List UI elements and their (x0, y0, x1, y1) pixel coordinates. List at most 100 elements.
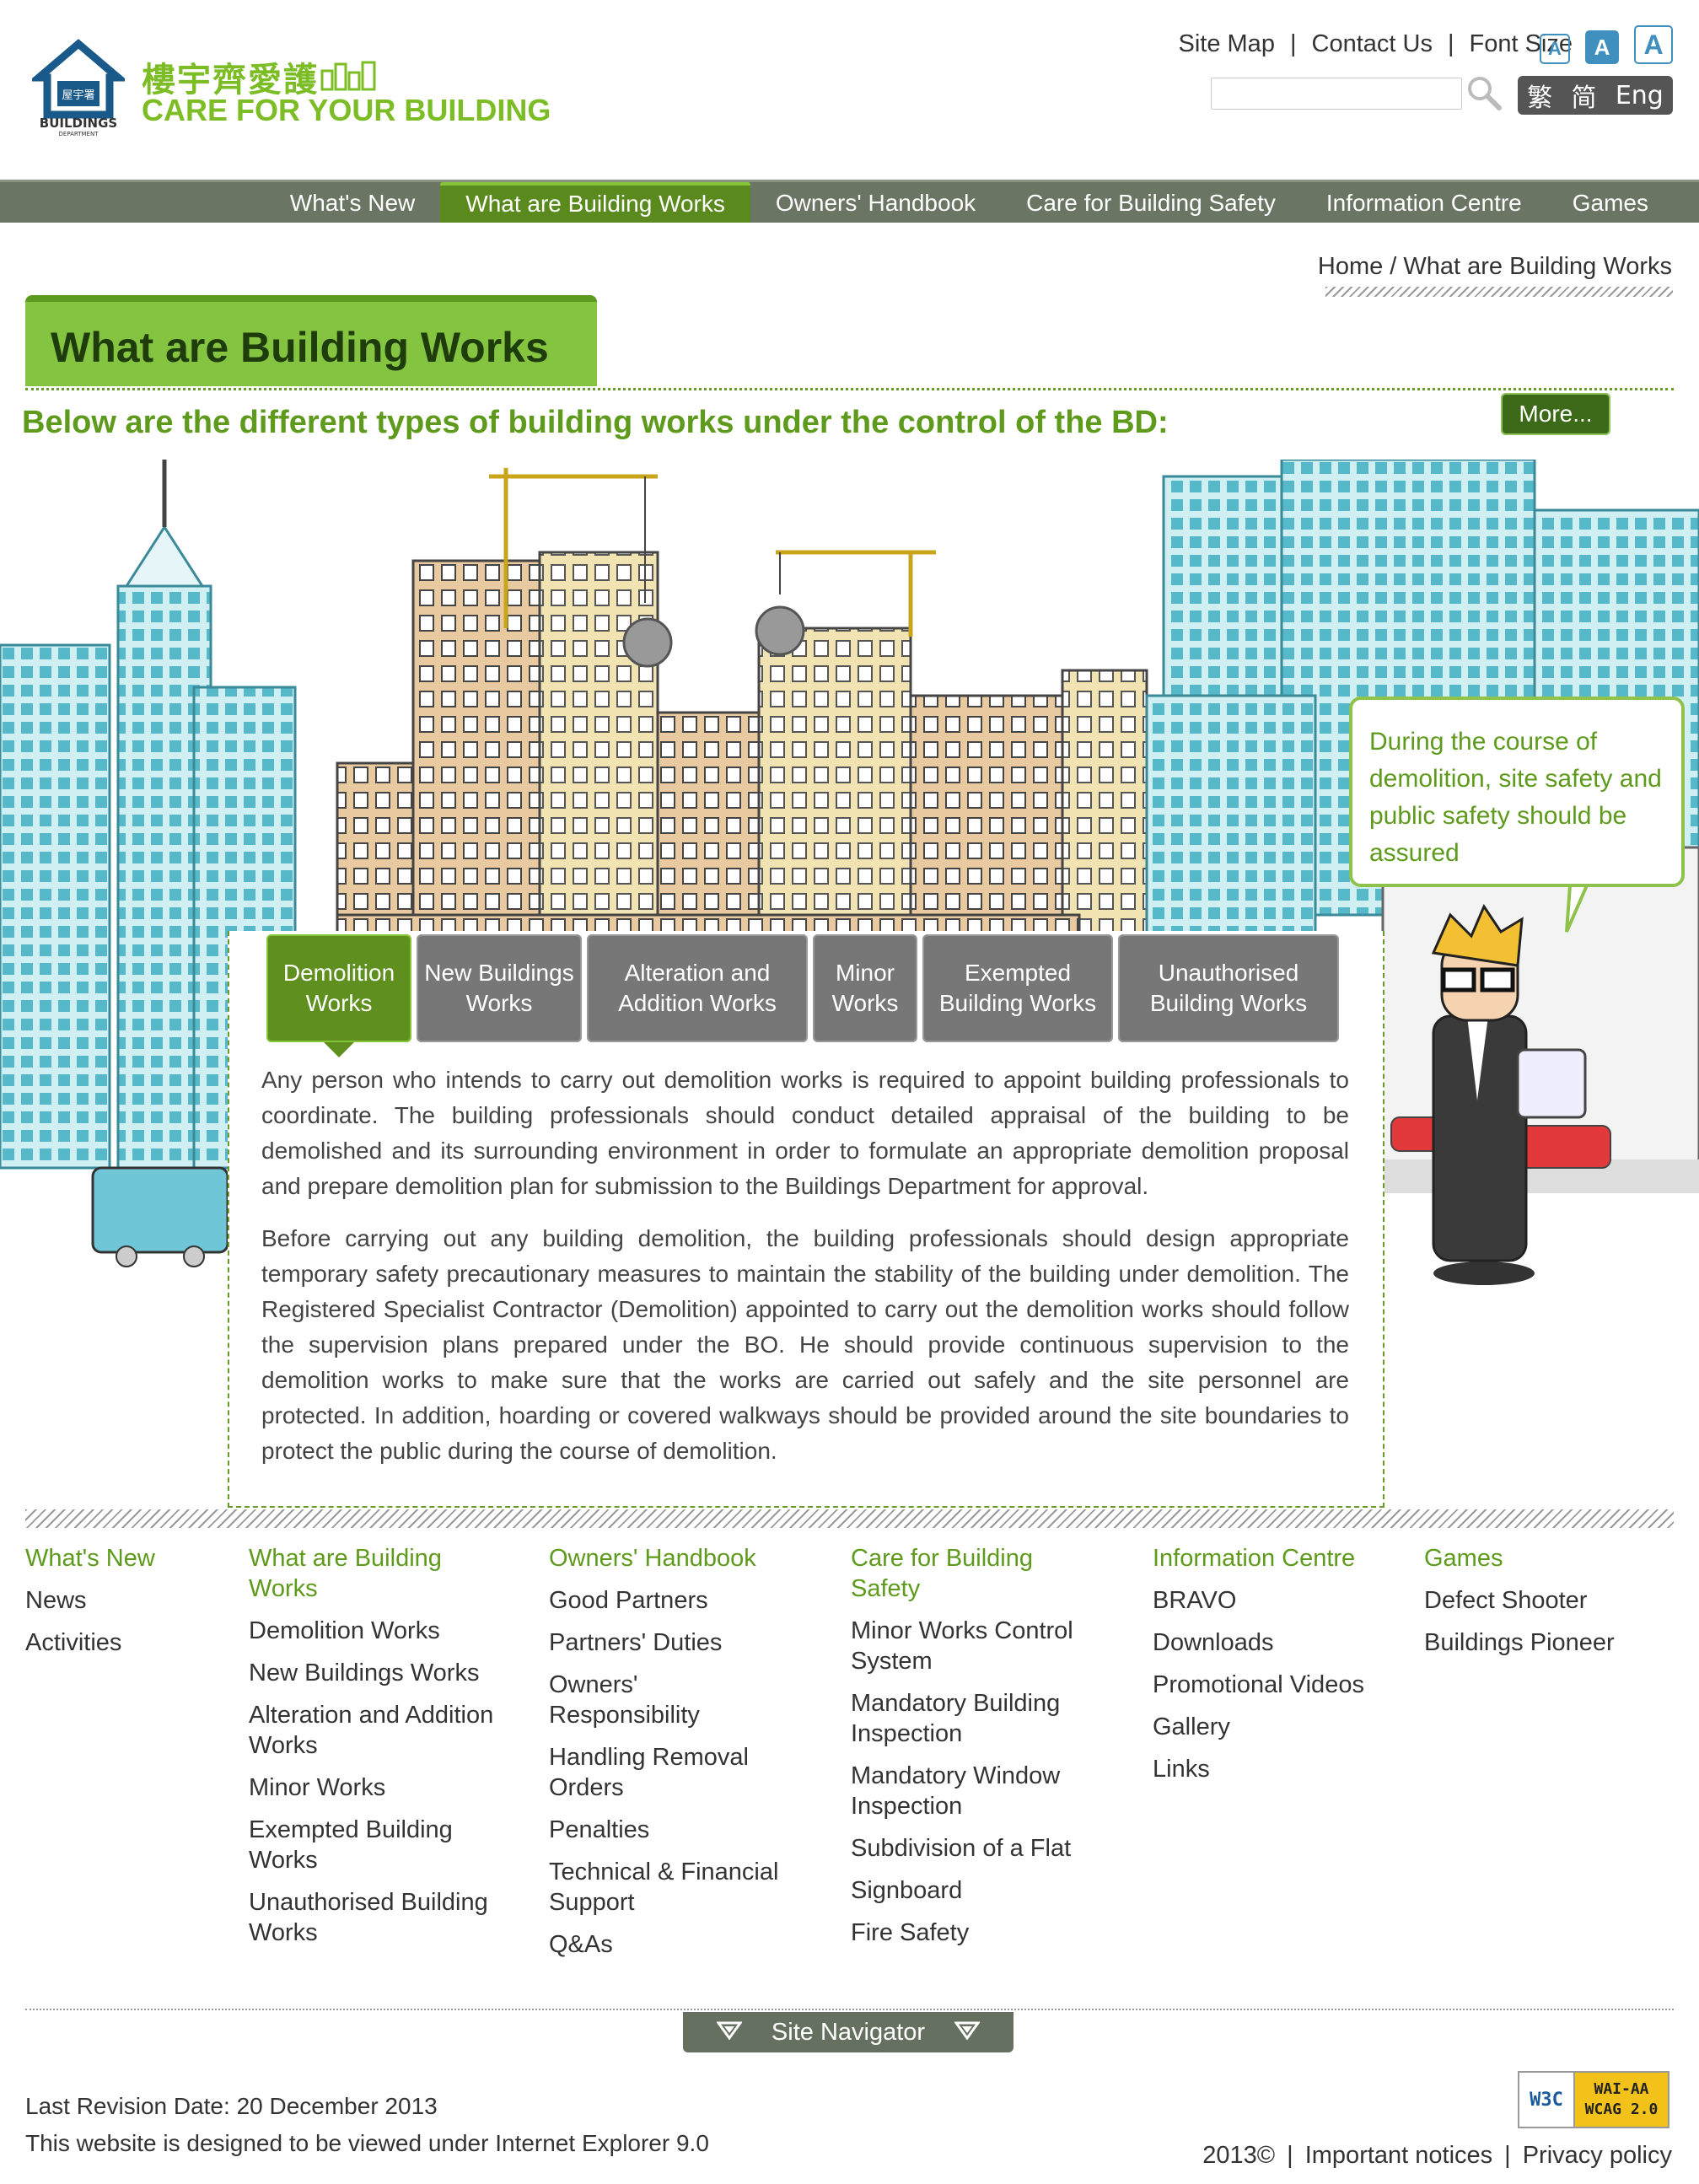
footer-divider (25, 1509, 1674, 1528)
footer-link[interactable]: Subdivision of a Flat (851, 1833, 1095, 1864)
footer-heading[interactable]: Owners' Handbook (549, 1543, 802, 1573)
footer-link[interactable]: Partners' Duties (549, 1627, 802, 1658)
footer-column-games: Games Defect Shooter Buildings Pioneer (1424, 1543, 1669, 1658)
tab-demolition-works[interactable]: Demolition Works (266, 934, 411, 1057)
svg-text:屋宇署: 屋宇署 (62, 89, 94, 102)
footer-link[interactable]: News (25, 1585, 219, 1616)
important-notices-link[interactable]: Important notices (1305, 2142, 1492, 2170)
chevron-down-icon (716, 2019, 743, 2047)
footer-heading[interactable]: What are Building Works (249, 1543, 502, 1604)
search-input[interactable] (1211, 78, 1462, 110)
footer-link[interactable]: Gallery (1153, 1712, 1397, 1742)
footer-column-owners-handbook: Owners' Handbook Good Partners Partners'… (549, 1543, 802, 1960)
footer-link[interactable]: Mandatory Window Inspection (851, 1761, 1087, 1821)
footer-heading[interactable]: What's New (25, 1543, 219, 1573)
wcag-level-label: WAI-AA WCAG 2.0 (1575, 2073, 1668, 2127)
tab-new-buildings-works[interactable]: New Buildings Works (417, 934, 582, 1042)
language-traditional-chinese[interactable]: 繁 (1527, 77, 1552, 114)
separator: | (1504, 2142, 1511, 2169)
footer-link[interactable]: Good Partners (549, 1585, 802, 1616)
footer-column-whats-new: What's New News Activities (25, 1543, 219, 1658)
site-navigator-label: Site Navigator (771, 2018, 926, 2046)
last-revision-date: Last Revision Date: 20 December 2013 (25, 2093, 438, 2119)
site-map-link[interactable]: Site Map (1179, 30, 1275, 58)
footer-divider-dotted (25, 2009, 1674, 2010)
footer-link[interactable]: Mandatory Building Inspection (851, 1688, 1087, 1749)
footer-link[interactable]: Demolition Works (249, 1616, 502, 1646)
footer-link[interactable]: Buildings Pioneer (1424, 1627, 1669, 1658)
nav-owners-handbook[interactable]: Owners' Handbook (750, 182, 1001, 223)
building-works-tabs: Demolition Works New Buildings Works Alt… (266, 934, 1339, 1057)
footer-link[interactable]: BRAVO (1153, 1585, 1397, 1616)
main-navigation: What's New What are Building Works Owner… (0, 180, 1699, 223)
bottom-links: 2013© | Important notices | Privacy poli… (1202, 2142, 1672, 2170)
nav-care-for-building-safety[interactable]: Care for Building Safety (1001, 182, 1301, 223)
language-switcher: 繁 简 Eng (1518, 76, 1673, 115)
footer-link[interactable]: Q&As (549, 1929, 802, 1960)
footer-link[interactable]: Minor Works Control System (851, 1616, 1087, 1676)
more-button[interactable]: More... (1501, 393, 1610, 435)
search-icon[interactable] (1465, 74, 1503, 111)
nav-what-are-building-works[interactable]: What are Building Works (440, 182, 750, 223)
footer-link[interactable]: Fire Safety (851, 1918, 1095, 1948)
font-size-large-button[interactable]: A (1634, 25, 1673, 64)
footer-column-building-works: What are Building Works Demolition Works… (249, 1543, 502, 1948)
logo-skyline-icon (320, 59, 379, 91)
tab-alteration-addition-works[interactable]: Alteration and Addition Works (587, 934, 808, 1042)
footer-heading[interactable]: Information Centre (1153, 1543, 1397, 1573)
tab-unauthorised-building-works[interactable]: Unauthorised Building Works (1118, 934, 1339, 1042)
buildings-department-logo[interactable]: 屋宇署 BUILDINGS DEPARTMENT (28, 37, 129, 138)
privacy-policy-link[interactable]: Privacy policy (1523, 2142, 1672, 2170)
footer-link[interactable]: Handling Removal Orders (549, 1742, 768, 1803)
separator: | (1447, 30, 1454, 57)
content-paragraph-2: Before carrying out any building demolit… (261, 1225, 1349, 1464)
tab-exempted-building-works[interactable]: Exempted Building Works (922, 934, 1113, 1042)
footer-link[interactable]: Technical & Financial Support (549, 1857, 793, 1918)
font-size-small-button[interactable]: A (1540, 34, 1570, 64)
w3c-logo: W3C (1519, 2073, 1575, 2127)
footer-link[interactable]: New Buildings Works (249, 1658, 502, 1688)
footer-link[interactable]: Unauthorised Building Works (249, 1887, 502, 1948)
page-subtitle: Below are the different types of buildin… (22, 405, 1169, 440)
footer-heading[interactable]: Games (1424, 1543, 1669, 1573)
page-title: What are Building Works (51, 324, 549, 371)
footer-link[interactable]: Activities (25, 1627, 219, 1658)
chevron-down-icon (954, 2019, 981, 2047)
svg-text:BUILDINGS: BUILDINGS (40, 116, 117, 131)
footer-link[interactable]: Minor Works (249, 1772, 502, 1803)
footer-column-information-centre: Information Centre BRAVO Downloads Promo… (1153, 1543, 1397, 1784)
nav-information-centre[interactable]: Information Centre (1301, 182, 1547, 223)
breadcrumb[interactable]: Home / What are Building Works (1318, 253, 1672, 281)
speech-bubble: During the course of demolition, site sa… (1349, 697, 1685, 887)
content-paragraph-1: Any person who intends to carry out demo… (261, 1067, 1349, 1199)
font-size-medium-button[interactable]: A (1585, 30, 1619, 64)
footer-link[interactable]: Exempted Building Works (249, 1815, 502, 1875)
footer-link[interactable]: Defect Shooter (1424, 1585, 1669, 1616)
site-navigator-toggle[interactable]: Site Navigator (683, 2012, 1013, 2052)
breadcrumb-divider (1325, 287, 1673, 297)
browser-notice: This website is designed to be viewed un… (25, 2130, 709, 2156)
nav-whats-new[interactable]: What's New (265, 182, 441, 223)
contact-us-link[interactable]: Contact Us (1312, 30, 1433, 58)
language-simplified-chinese[interactable]: 简 (1571, 77, 1596, 114)
tab-minor-works[interactable]: Minor Works (813, 934, 917, 1042)
footer-link[interactable]: Promotional Videos (1153, 1670, 1397, 1700)
title-divider (25, 388, 1674, 390)
separator: | (1287, 2142, 1293, 2169)
footer-link[interactable]: Penalties (549, 1815, 802, 1845)
separator: | (1289, 30, 1297, 57)
nav-games[interactable]: Games (1547, 182, 1674, 223)
top-links: Site Map | Contact Us | Font Size (1179, 30, 1573, 58)
svg-text:DEPARTMENT: DEPARTMENT (59, 131, 99, 137)
logo-english-title: CARE FOR YOUR BUILDING (142, 93, 551, 127)
footer-heading[interactable]: Care for Building Safety (851, 1543, 1053, 1604)
copyright: 2013© (1202, 2142, 1276, 2169)
wcag-badge[interactable]: W3C WAI-AA WCAG 2.0 (1518, 2071, 1669, 2128)
footer-link[interactable]: Owners' Responsibility (549, 1670, 718, 1730)
footer-link[interactable]: Links (1153, 1754, 1397, 1784)
footer-link[interactable]: Downloads (1153, 1627, 1397, 1658)
footer-link[interactable]: Alteration and Addition Works (249, 1700, 502, 1761)
footer-column-care-for-building-safety: Care for Building Safety Minor Works Con… (851, 1543, 1095, 1948)
language-english[interactable]: Eng (1616, 81, 1664, 110)
footer-link[interactable]: Signboard (851, 1875, 1095, 1906)
